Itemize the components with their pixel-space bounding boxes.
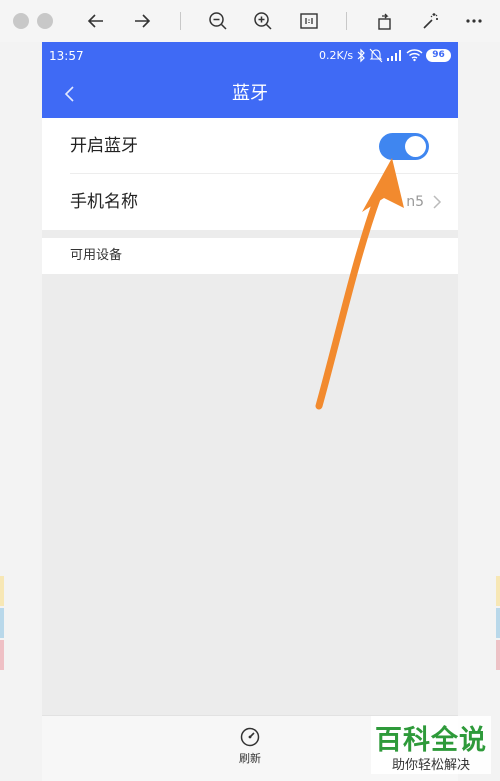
watermark-logo: 百科全说 助你轻松解决: [371, 716, 491, 774]
watermark-title: 百科全说: [375, 725, 487, 756]
annotation-arrow: [315, 158, 404, 410]
watermark-subtitle: 助你轻松解决: [391, 758, 470, 773]
